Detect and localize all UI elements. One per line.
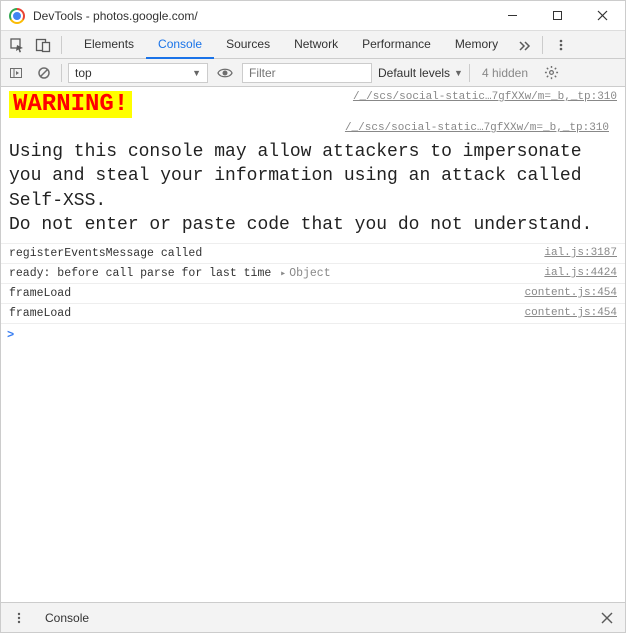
divider xyxy=(542,36,543,54)
console-message-row: frameLoad content.js:454 xyxy=(1,284,625,304)
source-link[interactable]: content.js:454 xyxy=(525,287,617,299)
chevron-down-icon: ▼ xyxy=(454,68,463,78)
device-toolbar-icon[interactable] xyxy=(31,33,55,57)
drawer-kebab-icon[interactable] xyxy=(7,606,31,630)
live-expression-eye-icon[interactable] xyxy=(214,62,236,84)
levels-label: Default levels xyxy=(378,66,450,80)
console-message-warning: /_/scs/social-static…7gfXXw/m=_b,_tp:310… xyxy=(1,87,625,244)
message-text: frameLoad xyxy=(9,287,525,300)
divider xyxy=(61,64,62,82)
source-link[interactable]: /_/scs/social-static…7gfXXw/m=_b,_tp:310 xyxy=(353,91,617,103)
close-button[interactable] xyxy=(580,1,625,31)
tab-elements[interactable]: Elements xyxy=(72,31,146,59)
hidden-messages-count[interactable]: 4 hidden xyxy=(482,66,528,80)
tab-memory[interactable]: Memory xyxy=(443,31,510,59)
tab-performance[interactable]: Performance xyxy=(350,31,443,59)
console-settings-gear-icon[interactable] xyxy=(540,62,562,84)
source-link[interactable]: content.js:454 xyxy=(525,307,617,319)
drawer: Console xyxy=(1,602,625,632)
console-toolbar: top ▼ Default levels ▼ 4 hidden xyxy=(1,59,625,87)
panel-tabs: Elements Console Sources Network Perform… xyxy=(72,31,510,59)
console-output: /_/scs/social-static…7gfXXw/m=_b,_tp:310… xyxy=(1,87,625,602)
source-link[interactable]: ial.js:3187 xyxy=(544,247,617,259)
chevron-down-icon: ▼ xyxy=(192,68,201,78)
message-text: frameLoad xyxy=(9,307,525,320)
more-tabs-chevron-icon[interactable] xyxy=(512,33,536,57)
warning-line: Using this console may allow attackers t… xyxy=(9,140,617,213)
filter-input[interactable] xyxy=(242,63,372,83)
drawer-tab-console[interactable]: Console xyxy=(37,611,97,625)
context-value: top xyxy=(75,66,92,80)
console-message-row: registerEventsMessage called ial.js:3187 xyxy=(1,244,625,264)
object-expand-toggle[interactable]: Object xyxy=(278,267,330,280)
toggle-sidebar-icon[interactable] xyxy=(5,62,27,84)
window-title: DevTools - photos.google.com/ xyxy=(33,9,490,23)
prompt-caret-icon: > xyxy=(7,328,14,342)
message-text: ready: before call parse for last time O… xyxy=(9,267,544,280)
console-message-row: ready: before call parse for last time O… xyxy=(1,264,625,284)
warning-line: Do not enter or paste code that you do n… xyxy=(9,213,617,237)
settings-kebab-icon[interactable] xyxy=(549,33,573,57)
maximize-button[interactable] xyxy=(535,1,580,31)
window-titlebar: DevTools - photos.google.com/ xyxy=(1,1,625,31)
source-link[interactable]: /_/scs/social-static…7gfXXw/m=_b,_tp:310 xyxy=(9,118,617,134)
divider xyxy=(61,36,62,54)
console-prompt[interactable]: > xyxy=(1,324,625,346)
clear-console-icon[interactable] xyxy=(33,62,55,84)
tab-network[interactable]: Network xyxy=(282,31,350,59)
message-text: registerEventsMessage called xyxy=(9,247,544,260)
drawer-close-icon[interactable] xyxy=(595,606,619,630)
divider xyxy=(469,64,470,82)
tab-console[interactable]: Console xyxy=(146,31,214,59)
inspect-element-icon[interactable] xyxy=(5,33,29,57)
execution-context-select[interactable]: top ▼ xyxy=(68,63,208,83)
warning-title: WARNING! xyxy=(9,91,132,118)
main-toolbar: Elements Console Sources Network Perform… xyxy=(1,31,625,59)
warning-body: Using this console may allow attackers t… xyxy=(9,134,617,237)
console-message-row: frameLoad content.js:454 xyxy=(1,304,625,324)
tab-sources[interactable]: Sources xyxy=(214,31,282,59)
source-link[interactable]: ial.js:4424 xyxy=(544,267,617,279)
chrome-icon xyxy=(9,8,25,24)
log-levels-select[interactable]: Default levels ▼ xyxy=(378,66,463,80)
minimize-button[interactable] xyxy=(490,1,535,31)
